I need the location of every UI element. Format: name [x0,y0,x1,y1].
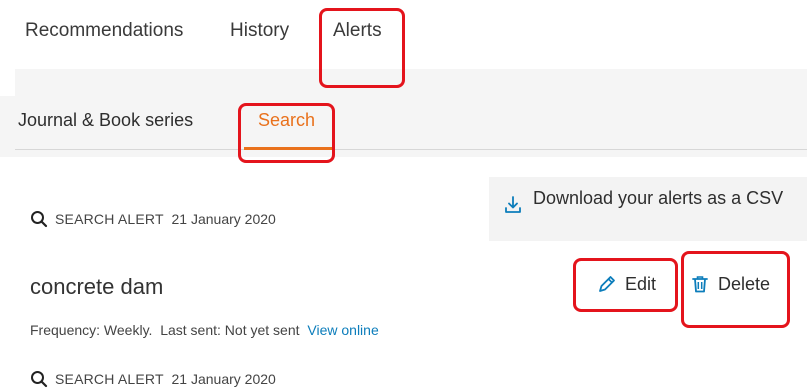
subnav-divider [15,149,807,150]
trash-icon [692,276,708,293]
pencil-icon [599,276,615,292]
delete-button[interactable]: Delete [690,274,770,295]
alert-type-line-2: SEARCH ALERT 21 January 2020 [30,370,276,388]
download-csv-button[interactable]: Download your alerts as a CSV [489,177,807,241]
edit-label: Edit [625,274,657,294]
view-online-link[interactable]: View online [307,322,378,338]
alert-date: 21 January 2020 [171,211,276,227]
subtab-journal-book-series[interactable]: Journal & Book series [18,110,193,131]
download-csv-label: Download your alerts as a CSV [533,188,784,208]
search-icon [31,211,48,228]
tab-history[interactable]: History [230,20,289,42]
search-icon [31,371,48,388]
tab-alerts[interactable]: Alerts [333,20,382,42]
subtab-search[interactable]: Search [258,110,315,131]
download-icon [505,196,521,213]
alert-title: concrete dam [30,274,164,299]
subnav-background-edge [0,96,15,157]
delete-label: Delete [718,274,771,294]
alert-date-2: 21 January 2020 [171,371,276,387]
subtab-search-underline [244,147,332,150]
alert-type-label-2: SEARCH ALERT [55,371,164,387]
tab-recommendations[interactable]: Recommendations [25,20,183,42]
edit-button[interactable]: Edit [597,274,656,295]
alert-frequency: Frequency: Weekly. [30,322,153,338]
alert-type-line: SEARCH ALERT 21 January 2020 [30,210,276,228]
alert-last-sent: Last sent: Not yet sent [160,322,300,338]
alert-frequency-line: Frequency: Weekly. Last sent: Not yet se… [30,322,379,338]
alert-type-label: SEARCH ALERT [55,211,164,227]
